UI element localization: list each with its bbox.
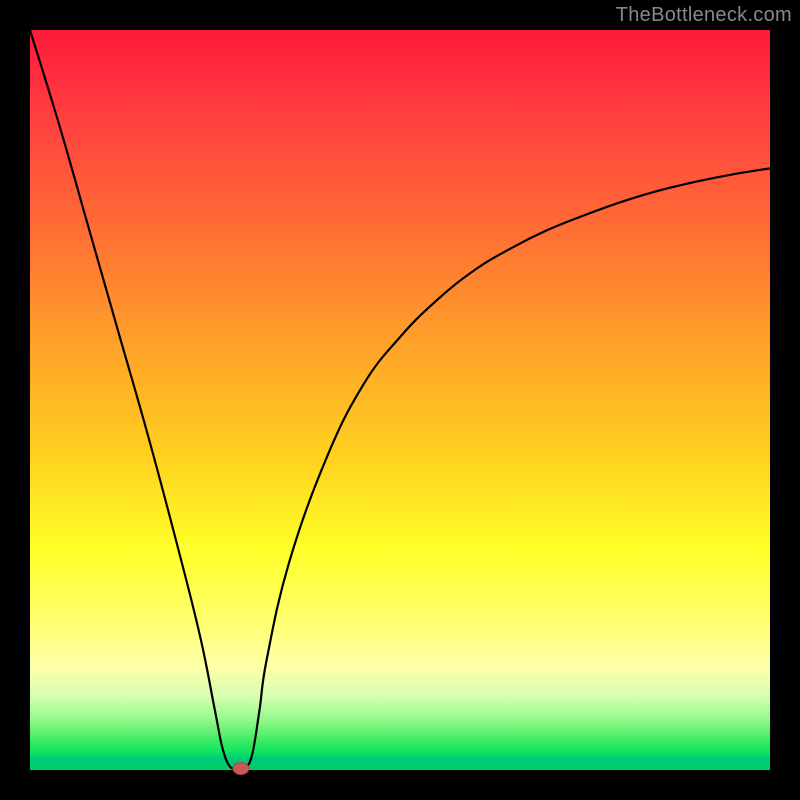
- watermark-text: TheBottleneck.com: [616, 4, 792, 27]
- bottleneck-curve-path: [30, 30, 770, 769]
- minimum-marker: [233, 763, 249, 775]
- chart-frame: TheBottleneck.com: [0, 0, 800, 800]
- chart-svg: [30, 30, 770, 770]
